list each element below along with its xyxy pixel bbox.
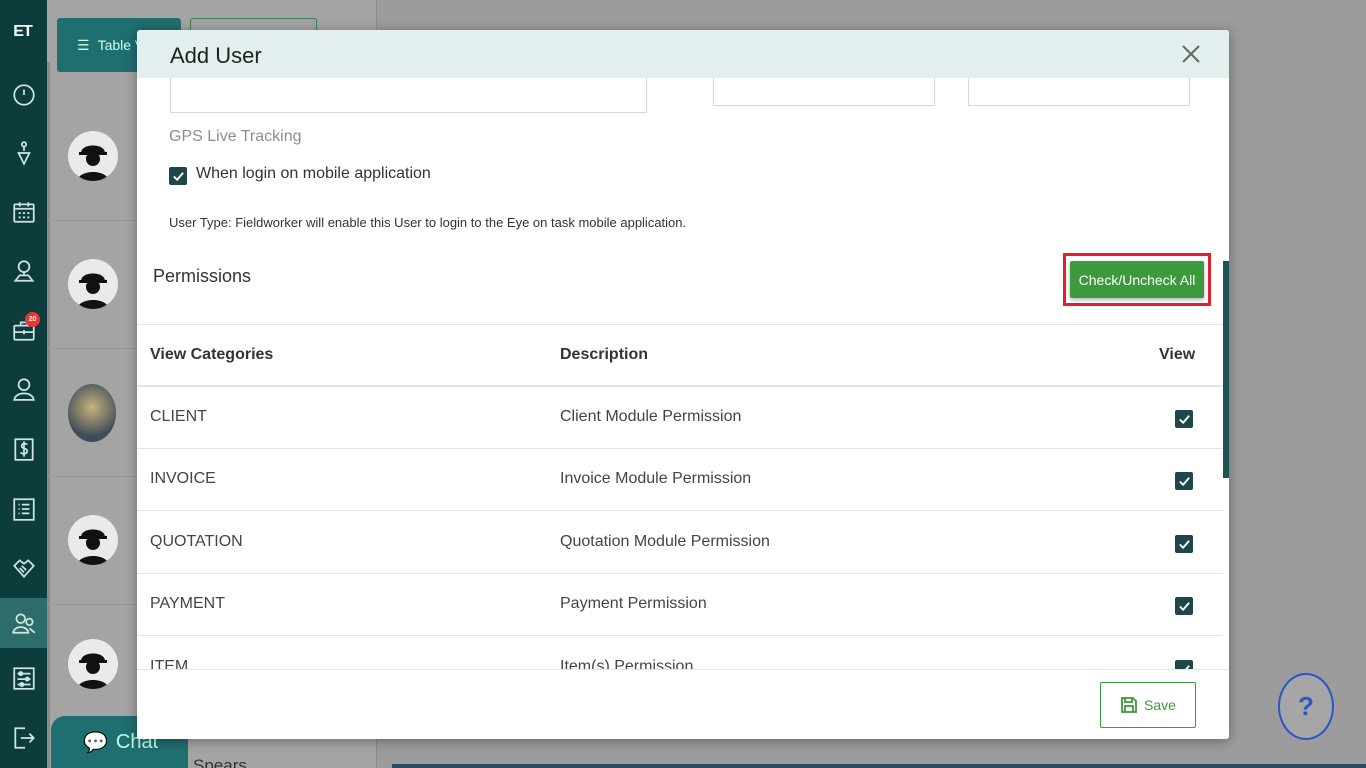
avatar [68, 515, 118, 565]
user-name: Spears [193, 756, 247, 768]
view-checkbox[interactable] [1175, 472, 1193, 490]
category-cell: QUOTATION [150, 533, 243, 550]
check-icon [1178, 539, 1190, 549]
users-icon [11, 613, 35, 634]
dashboard-icon [12, 84, 35, 106]
close-button[interactable] [1177, 40, 1205, 68]
dollar-icon [13, 438, 34, 461]
check-icon [1178, 414, 1190, 424]
permissions-table-header: View Categories Description View [137, 325, 1223, 387]
sidebar-item-dashboard[interactable] [0, 70, 47, 120]
check-icon [1178, 476, 1190, 486]
gps-tracking-label: GPS Live Tracking [169, 128, 302, 145]
category-cell: CLIENT [150, 408, 207, 425]
table-row: CLIENT Client Module Permission [137, 387, 1223, 449]
description-cell: Payment Permission [560, 595, 707, 612]
chat-bubble-icon: 💬 [83, 731, 108, 754]
avatar [68, 259, 118, 309]
list-icon [12, 498, 35, 521]
modal-footer: Save [137, 669, 1229, 739]
view-checkbox[interactable] [1175, 535, 1193, 553]
avatar [68, 639, 118, 689]
main-sidebar: ET 20 [0, 0, 47, 768]
sidebar-item-deals[interactable] [0, 543, 47, 593]
view-checkbox[interactable] [1175, 597, 1193, 615]
sidebar-item-jobs[interactable] [0, 128, 47, 178]
table-row: INVOICE Invoice Module Permission [137, 449, 1223, 511]
sidebar-item-logout[interactable] [0, 713, 47, 763]
sidebar-item-map[interactable] [0, 246, 47, 296]
save-icon [1121, 697, 1137, 713]
column-header-view: View [1159, 346, 1196, 363]
check-uncheck-all-button[interactable]: Check/Uncheck All [1070, 261, 1204, 298]
form-field-left[interactable] [170, 78, 647, 113]
sidebar-item-settings[interactable] [0, 653, 47, 703]
modal-scrollbar[interactable] [1223, 261, 1229, 478]
mobile-login-label: When login on mobile application [196, 165, 431, 182]
sidebar-item-calendar[interactable] [0, 187, 47, 237]
calendar-icon [12, 202, 35, 223]
filter-lines-icon: ☰ [77, 36, 90, 53]
sidebar-item-jobs-briefcase[interactable]: 20 [0, 305, 47, 355]
worker-avatar-icon [77, 653, 109, 689]
category-cell: PAYMENT [150, 595, 225, 612]
view-checkbox[interactable] [1175, 660, 1193, 669]
settings-sliders-icon [12, 667, 35, 690]
save-button[interactable]: Save [1100, 682, 1196, 728]
check-icon [1178, 601, 1190, 611]
sidebar-item-users[interactable] [0, 598, 47, 648]
table-row: ITEM Item(s) Permission [137, 637, 1223, 669]
handshake-icon [12, 559, 35, 578]
description-cell: Item(s) Permission [560, 658, 694, 669]
sidebar-item-billing[interactable] [0, 424, 47, 474]
add-user-modal: Add User GPS Live Tracking When login on… [137, 30, 1229, 739]
user-type-info: User Type: Fieldworker will enable this … [169, 215, 687, 230]
bottom-strip [392, 764, 1366, 768]
app-logo[interactable]: ET [9, 18, 36, 45]
column-header-description: Description [560, 346, 649, 363]
map-location-icon [13, 260, 34, 282]
worker-avatar-icon [77, 273, 109, 309]
form-field-middle[interactable] [713, 78, 935, 106]
modal-header: Add User [137, 30, 1229, 78]
help-button[interactable]: ? [1278, 673, 1334, 740]
sidebar-item-profile[interactable] [0, 364, 47, 414]
person-icon [12, 378, 35, 401]
table-row: QUOTATION Quotation Module Permission [137, 512, 1223, 574]
close-icon [1182, 45, 1200, 63]
avatar [68, 384, 116, 442]
check-icon [172, 171, 184, 181]
modal-title: Add User [170, 43, 262, 68]
avatar [68, 131, 118, 181]
pin-tool-icon [16, 141, 31, 166]
sidebar-item-list[interactable] [0, 484, 47, 534]
notification-badge: 20 [25, 312, 40, 327]
worker-avatar-icon [77, 145, 109, 181]
description-cell: Invoice Module Permission [560, 470, 752, 487]
description-cell: Quotation Module Permission [560, 533, 770, 550]
description-cell: Client Module Permission [560, 408, 742, 425]
save-label: Save [1144, 697, 1176, 713]
category-cell: ITEM [150, 658, 189, 669]
mobile-login-checkbox[interactable] [169, 167, 187, 185]
worker-avatar-icon [77, 529, 109, 565]
modal-body: GPS Live Tracking When login on mobile a… [137, 78, 1223, 669]
column-header-categories: View Categories [150, 346, 274, 363]
category-cell: INVOICE [150, 470, 216, 487]
view-checkbox[interactable] [1175, 410, 1193, 428]
form-field-right[interactable] [968, 78, 1190, 106]
permissions-title: Permissions [153, 266, 252, 286]
table-row: PAYMENT Payment Permission [137, 574, 1223, 636]
logout-icon [13, 727, 35, 749]
